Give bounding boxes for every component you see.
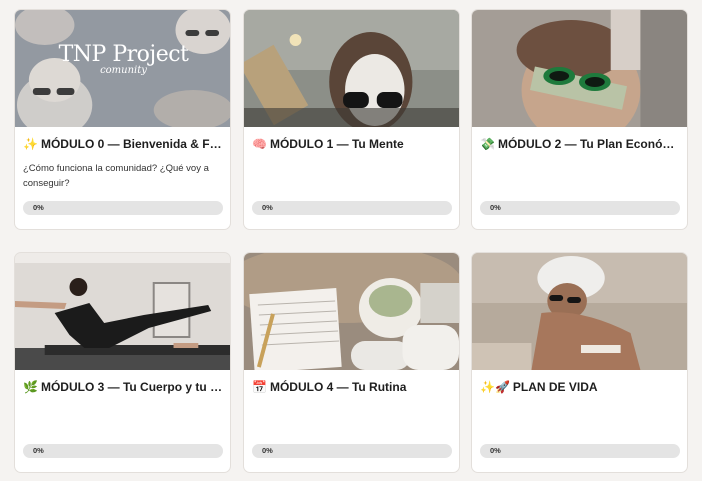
- money-icon: 💸: [480, 137, 495, 151]
- module-card-4[interactable]: 📅 MÓDULO 4 — Tu Rutina 0%: [243, 252, 460, 473]
- module-description: ¿Cómo funciona la comunidad? ¿Qué voy a …: [23, 163, 209, 189]
- progress-label: 0%: [490, 203, 501, 212]
- module-card-5[interactable]: ✨🚀 PLAN DE VIDA 0%: [471, 252, 688, 473]
- module-cover-image[interactable]: [244, 10, 459, 127]
- progress-label: 0%: [490, 446, 501, 455]
- module-title[interactable]: ✨🚀 PLAN DE VIDA: [480, 380, 680, 394]
- module-progress-bar: 0%: [23, 201, 223, 215]
- module-card-0[interactable]: TNP Project comunity ✨ MÓDULO 0 — Bienven…: [14, 9, 231, 230]
- progress-label: 0%: [33, 203, 44, 212]
- sparkles-rocket-icon: ✨🚀: [480, 380, 510, 394]
- module-cover-image[interactable]: TNP Project comunity: [15, 10, 230, 127]
- progress-label: 0%: [262, 203, 273, 212]
- module-cover-image[interactable]: [472, 253, 687, 370]
- progress-label: 0%: [262, 446, 273, 455]
- module-title[interactable]: 🌿 MÓDULO 3 — Tu Cuerpo y tu E…: [23, 380, 223, 394]
- module-progress-bar: 0%: [252, 201, 452, 215]
- brain-icon: 🧠: [252, 137, 267, 151]
- module-progress-bar: 0%: [480, 444, 680, 458]
- module-cover-image[interactable]: [472, 10, 687, 127]
- progress-label: 0%: [33, 446, 44, 455]
- calendar-icon: 📅: [252, 380, 267, 394]
- module-title[interactable]: 🧠 MÓDULO 1 — Tu Mente: [252, 137, 452, 151]
- module-title[interactable]: 💸 MÓDULO 2 — Tu Plan Económi…: [480, 137, 680, 151]
- module-progress-bar: 0%: [480, 201, 680, 215]
- sparkles-icon: ✨: [23, 137, 38, 151]
- brand-logo: TNP Project comunity: [58, 42, 189, 76]
- module-cover-image[interactable]: [244, 253, 459, 370]
- module-progress-bar: 0%: [252, 444, 452, 458]
- module-progress-bar: 0%: [23, 444, 223, 458]
- module-card-3[interactable]: 🌿 MÓDULO 3 — Tu Cuerpo y tu E… 0%: [14, 252, 231, 473]
- module-card-2[interactable]: 💸 MÓDULO 2 — Tu Plan Económi… 0%: [471, 9, 688, 230]
- module-grid: TNP Project comunity ✨ MÓDULO 0 — Bienven…: [0, 0, 702, 481]
- module-title[interactable]: ✨ MÓDULO 0 — Bienvenida & Fu…: [23, 137, 223, 151]
- module-card-1[interactable]: 🧠 MÓDULO 1 — Tu Mente 0%: [243, 9, 460, 230]
- module-title[interactable]: 📅 MÓDULO 4 — Tu Rutina: [252, 380, 452, 394]
- herb-icon: 🌿: [23, 380, 38, 394]
- module-cover-image[interactable]: [15, 253, 230, 370]
